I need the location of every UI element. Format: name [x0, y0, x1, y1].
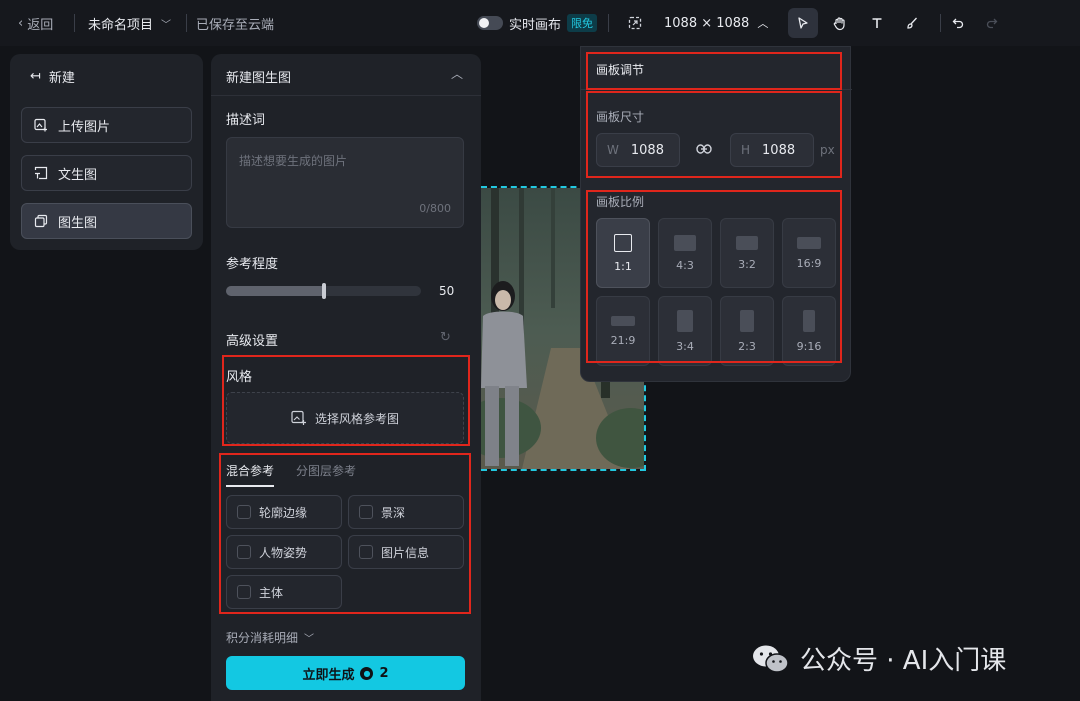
nav-label: 图生图 — [58, 215, 98, 231]
realtime-canvas-toggle[interactable]: 实时画布 限免 — [477, 0, 598, 46]
project-name: 未命名项目 — [88, 17, 154, 33]
reference-strength-slider[interactable] — [226, 283, 421, 299]
hand-tool-button[interactable] — [824, 8, 854, 38]
new-label: 新建 — [48, 70, 75, 86]
highlight-box — [219, 453, 471, 614]
toggle-switch[interactable] — [477, 16, 503, 30]
undo-button[interactable] — [943, 8, 973, 38]
wechat-logo — [753, 645, 789, 673]
resize-icon[interactable] — [628, 0, 642, 46]
highlight-box — [586, 52, 842, 90]
generate-cost: 2 — [379, 665, 389, 681]
text-image-icon — [34, 166, 48, 180]
text-tool-button[interactable] — [862, 8, 892, 38]
undo-icon — [952, 18, 964, 29]
left-nav-panel: ↤ 新建 上传图片 文生图 图生图 — [10, 54, 203, 250]
form-title: 新建图生图 — [226, 71, 292, 86]
chevron-down-icon: ﹀ — [304, 634, 315, 645]
watermark-text: 公众号 · AI入门课 — [800, 646, 1007, 676]
realtime-label: 实时画布 — [509, 17, 562, 33]
points-detail-toggle[interactable]: 积分消耗明细 ﹀ — [226, 629, 314, 646]
image-to-image-icon — [34, 214, 48, 228]
top-bar: ‹ 返回 未命名项目 ﹀ 已保存至云端 实时画布 限免 1088 × 1088 … — [0, 0, 1080, 46]
redo-icon — [986, 18, 998, 29]
divider — [186, 14, 187, 32]
chevron-up-icon: ︿ — [757, 17, 769, 30]
free-badge: 限免 — [567, 14, 598, 32]
brush-tool-button[interactable] — [897, 8, 927, 38]
select-tool-button[interactable] — [788, 8, 818, 38]
reference-strength-label: 参考程度 — [226, 257, 279, 272]
hand-icon — [833, 16, 845, 30]
redo-button[interactable] — [977, 8, 1007, 38]
back-label: 返回 — [27, 17, 54, 33]
project-name-dropdown[interactable]: 未命名项目 ﹀ — [88, 0, 171, 46]
collapse-button[interactable]: ︿ — [451, 65, 463, 82]
save-status: 已保存至云端 — [196, 17, 275, 33]
reset-icon[interactable]: ↻ — [440, 330, 451, 345]
divider — [940, 14, 941, 32]
description-label: 描述词 — [226, 113, 266, 128]
nav-label: 文生图 — [58, 167, 98, 183]
nav-upload-image[interactable]: 上传图片 — [21, 107, 192, 143]
slider-handle[interactable] — [322, 283, 326, 299]
form-header: 新建图生图 ︿ — [211, 54, 481, 96]
highlight-box — [586, 91, 842, 178]
nav-label: 上传图片 — [58, 119, 111, 135]
chevron-left-icon: ‹ — [18, 15, 24, 31]
watermark: 公众号 · AI入门课 — [752, 640, 1006, 677]
back-button[interactable]: ‹ 返回 — [18, 0, 53, 46]
chevron-up-icon: ︿ — [450, 67, 463, 81]
generate-button[interactable]: 立即生成 ● 2 — [226, 656, 465, 690]
brush-icon — [907, 17, 917, 29]
slider-fill — [226, 286, 324, 296]
arrow-left-icon: ↤ — [30, 68, 41, 84]
advanced-settings-label: 高级设置 — [226, 334, 279, 349]
image-upload-icon — [34, 118, 48, 132]
cursor-icon — [798, 17, 808, 29]
highlight-box — [222, 355, 470, 446]
new-button[interactable]: ↤ 新建 — [30, 66, 75, 86]
description-input[interactable]: 描述想要生成的图片 0/800 — [226, 137, 464, 228]
divider — [74, 14, 75, 32]
description-placeholder: 描述想要生成的图片 — [239, 154, 348, 168]
character-count: 0/800 — [419, 202, 451, 215]
reference-strength-value: 50 — [439, 284, 455, 298]
divider — [608, 14, 609, 32]
points-label: 积分消耗明细 — [226, 631, 299, 645]
chevron-down-icon: ﹀ — [161, 19, 172, 31]
canvas-size-label: 1088 × 1088 — [664, 15, 750, 31]
text-icon — [872, 18, 882, 28]
coin-icon: ● — [360, 666, 374, 680]
nav-text-to-image[interactable]: 文生图 — [21, 155, 192, 191]
nav-image-to-image[interactable]: 图生图 — [21, 203, 192, 239]
canvas-size-dropdown[interactable]: 1088 × 1088 ︿ — [664, 0, 768, 46]
highlight-box — [586, 190, 842, 363]
generate-label: 立即生成 — [302, 667, 355, 683]
